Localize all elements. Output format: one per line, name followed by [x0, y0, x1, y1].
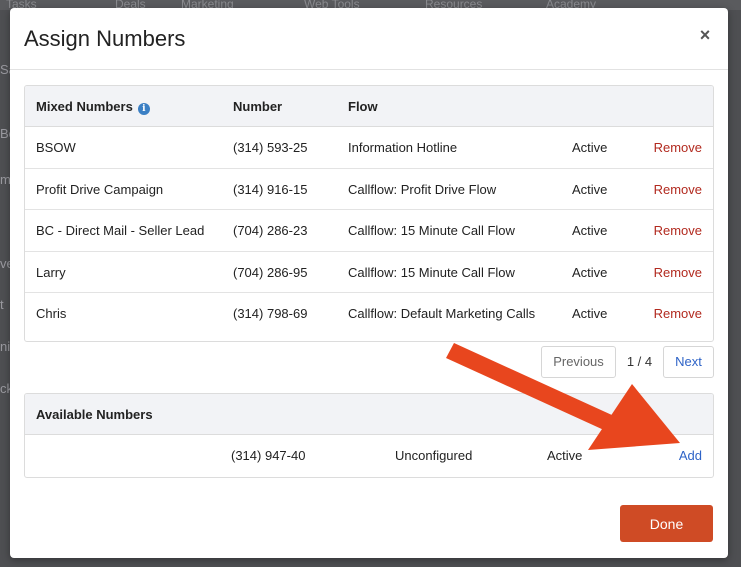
- row-name: Chris: [36, 306, 67, 321]
- available-numbers-table: Available Numbers (314) 947-40 Unconfigu…: [24, 393, 714, 478]
- row-flow: Callflow: 15 Minute Call Flow: [348, 223, 515, 238]
- row-status: Active: [547, 448, 583, 463]
- info-icon[interactable]: i: [137, 103, 150, 115]
- next-button[interactable]: Next: [663, 345, 714, 378]
- row-name: Larry: [36, 264, 66, 280]
- table-row: Chris (314) 798-69 Callflow: Default Mar…: [25, 293, 713, 335]
- row-flow: Callflow: Default Marketing Calls: [348, 306, 536, 321]
- row-status: Active: [572, 181, 608, 197]
- header-flow: Flow: [348, 99, 378, 114]
- page-indicator: 1 / 4: [626, 354, 653, 369]
- close-icon[interactable]: ×: [696, 26, 714, 44]
- header-number: Number: [233, 99, 283, 114]
- table-row: BC - Direct Mail - Seller Lead (704) 286…: [25, 210, 713, 252]
- row-name: Profit Drive Campaign: [36, 181, 164, 197]
- row-number: (314) 593-25: [233, 140, 307, 155]
- row-flow: Information Hotline: [348, 140, 458, 155]
- bg-side-text: ni: [0, 339, 10, 354]
- header-mixed-numbers: Mixed Numbers i: [36, 99, 150, 115]
- row-status: Active: [572, 306, 608, 321]
- row-number: (314) 916-15: [233, 181, 307, 197]
- bg-side-text: ck: [0, 381, 10, 396]
- row-status: Active: [572, 223, 608, 238]
- row-name: BSOW: [36, 140, 76, 155]
- table-header: Mixed Numbers i Number Flow: [25, 86, 713, 127]
- previous-button[interactable]: Previous: [541, 345, 616, 378]
- table-row: (314) 947-40 Unconfigured Active Add: [25, 435, 713, 477]
- row-flow: Unconfigured: [395, 448, 473, 463]
- remove-link[interactable]: Remove: [654, 223, 702, 238]
- bg-side-text: t: [0, 297, 4, 312]
- remove-link[interactable]: Remove: [654, 140, 702, 155]
- bg-side-text: Bo: [0, 126, 10, 141]
- row-status: Active: [572, 140, 608, 155]
- row-flow: Callflow: Profit Drive Flow: [348, 181, 497, 197]
- table-row: Profit Drive Campaign (314) 916-15 Callf…: [25, 169, 713, 210]
- row-number: (314) 947-40: [231, 448, 306, 463]
- modal-header: Assign Numbers ×: [10, 8, 728, 70]
- row-number: (314) 798-69: [233, 306, 307, 321]
- table-row: Larry (704) 286-95 Callflow: 15 Minute C…: [25, 252, 713, 293]
- assign-numbers-modal: Assign Numbers × Mixed Numbers i Number F…: [10, 8, 728, 558]
- header-label: Mixed Numbers: [36, 99, 133, 114]
- remove-link[interactable]: Remove: [654, 306, 702, 321]
- row-number: (704) 286-23: [233, 223, 307, 238]
- add-link[interactable]: Add: [679, 448, 702, 463]
- pagination: Previous 1 / 4 Next: [541, 345, 714, 378]
- bg-side-text: ve: [0, 256, 10, 271]
- done-button[interactable]: Done: [620, 505, 713, 542]
- remove-link[interactable]: Remove: [654, 182, 702, 197]
- remove-link[interactable]: Remove: [654, 265, 702, 280]
- table-row: BSOW (314) 593-25 Information Hotline Ac…: [25, 127, 713, 169]
- available-header: Available Numbers: [25, 394, 713, 435]
- row-flow: Callflow: 15 Minute Call Flow: [348, 264, 515, 280]
- modal-title: Assign Numbers: [24, 26, 186, 51]
- row-name: BC - Direct Mail - Seller Lead: [36, 223, 205, 238]
- assigned-numbers-table: Mixed Numbers i Number Flow BSOW (314) 59…: [24, 85, 714, 342]
- row-number: (704) 286-95: [233, 264, 307, 280]
- bg-side-text: m: [0, 172, 10, 187]
- header-available-numbers: Available Numbers: [36, 407, 153, 422]
- row-status: Active: [572, 264, 608, 280]
- bg-side-text: Sa: [0, 62, 10, 77]
